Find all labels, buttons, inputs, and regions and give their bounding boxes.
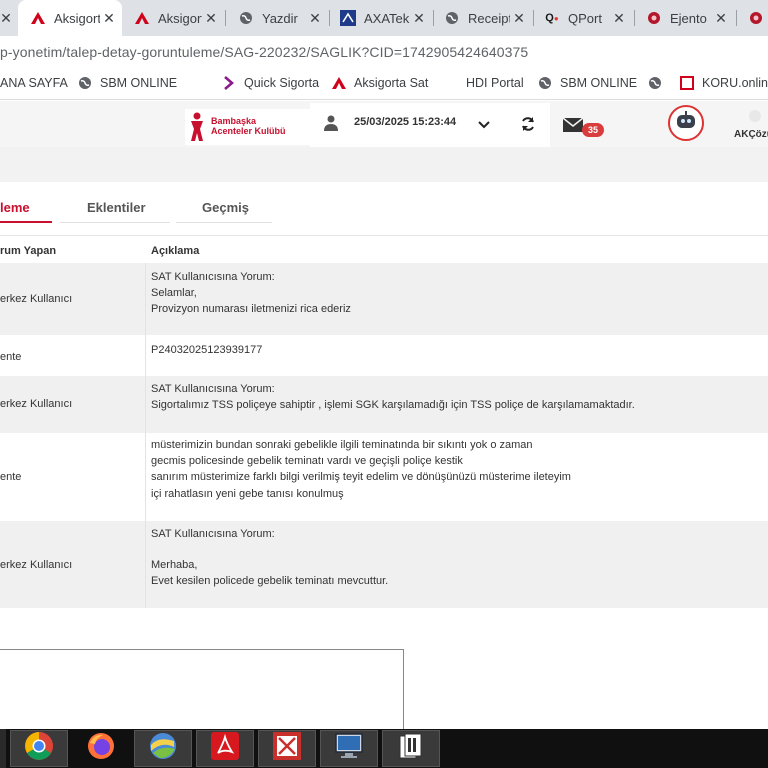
taskbar-image-editor[interactable] xyxy=(258,730,316,767)
browser-tab-aksigorta-active[interactable]: Aksigorta ✕ xyxy=(18,0,122,36)
row-description: SAT Kullanıcısına Yorum: Merhaba, Evet k… xyxy=(151,528,389,588)
quick-logo-icon xyxy=(222,76,236,90)
close-icon[interactable]: ✕ xyxy=(510,10,528,27)
browser-tab-receipt[interactable]: Receipt ✕ xyxy=(436,0,532,36)
qport-logo-icon: Q ● xyxy=(545,12,559,24)
tab-eklentiler[interactable]: Eklentiler xyxy=(87,200,146,215)
row-description: P24032025123939177 xyxy=(151,344,263,356)
file-manager-icon xyxy=(396,732,426,765)
row-author: ente xyxy=(0,471,22,483)
ejento-logo-icon xyxy=(646,10,662,26)
close-icon[interactable]: ✕ xyxy=(202,10,220,27)
url-text[interactable]: p-yonetim/talep-detay-goruntuleme/SAG-22… xyxy=(0,44,528,60)
close-icon[interactable]: ✕ xyxy=(410,10,428,27)
globe-icon xyxy=(648,76,662,90)
robot-icon xyxy=(675,110,697,136)
row-author: erkez Kullanıcı xyxy=(0,398,73,410)
session-datetime: 25/03/2025 15:23:44 xyxy=(354,116,457,128)
table-row: ente P24032025123939177 xyxy=(0,335,768,376)
bambaska-logo[interactable]: Bambaşka Acenteler Kulübü xyxy=(185,109,310,145)
image-editor-icon xyxy=(273,732,301,765)
avatar[interactable] xyxy=(668,105,704,141)
globe-icon xyxy=(444,10,460,26)
row-author: erkez Kullanıcı xyxy=(0,293,73,305)
chevron-down-icon[interactable] xyxy=(477,117,491,135)
browser-tabstrip: ✕ Aksigorta ✕ Aksigorta ✕ Yazdir ✕ AXATe… xyxy=(0,0,768,36)
table-row: erkez Kullanıcı SAT Kullanıcısına Yorum:… xyxy=(0,263,768,335)
close-icon[interactable]: ✕ xyxy=(712,10,730,27)
chrome-icon xyxy=(24,731,54,766)
mail-icon[interactable] xyxy=(562,117,584,137)
bookmark-sbm-online-2[interactable]: SBM ONLINE xyxy=(538,76,637,90)
username[interactable]: AKÇözü xyxy=(734,129,768,140)
bookmarks-bar: ANA SAYFA SBM ONLINE Quick Sigorta Aksig… xyxy=(0,68,768,100)
browser-tab-ejento-2[interactable] xyxy=(740,0,768,36)
taskbar xyxy=(0,729,768,768)
taskbar-google-earth[interactable] xyxy=(134,730,192,767)
browser-tab-ejento[interactable]: Ejento ✕ xyxy=(638,0,734,36)
globe-icon xyxy=(538,76,552,90)
firefox-icon xyxy=(86,731,116,766)
bookmark-globe[interactable] xyxy=(648,76,670,90)
table-row: erkez Kullanıcı SAT Kullanıcısına Yorum:… xyxy=(0,376,768,433)
row-description: SAT Kullanıcısına Yorum: Selamlar, Provi… xyxy=(151,271,351,316)
globe-icon xyxy=(78,76,92,90)
row-author: ente xyxy=(0,351,22,363)
axa-logo-icon xyxy=(340,10,356,26)
active-tab-underline xyxy=(0,221,52,223)
refresh-icon[interactable] xyxy=(520,116,536,137)
close-icon[interactable]: ✕ xyxy=(0,10,12,27)
logo-line2: Acenteler Kulübü xyxy=(211,126,286,136)
row-description: SAT Kullanıcısına Yorum: Sigortalımız TS… xyxy=(151,383,635,412)
close-icon[interactable]: ✕ xyxy=(306,10,324,27)
acrobat-icon xyxy=(211,732,239,765)
taskbar-chrome[interactable] xyxy=(10,730,68,767)
google-earth-icon xyxy=(148,731,178,766)
bookmark-hdi-portal[interactable]: HDI Portal xyxy=(466,76,524,90)
bookmark-sbm-online[interactable]: SBM ONLINE xyxy=(78,76,177,90)
globe-icon xyxy=(238,10,254,26)
monitor-icon xyxy=(334,732,364,765)
browser-tab-aksigorta-2[interactable]: Aksigorta ✕ xyxy=(124,0,224,36)
aksigorta-logo-icon xyxy=(332,76,346,90)
browser-tab-yazdir[interactable]: Yazdir ✕ xyxy=(228,0,328,36)
taskbar-file-manager[interactable] xyxy=(382,730,440,767)
taskbar-edge xyxy=(0,729,6,768)
taskbar-firefox[interactable] xyxy=(72,729,130,768)
tab-yorumlar[interactable]: leme xyxy=(0,200,30,215)
bookmark-quick-sigorta[interactable]: Quick Sigorta xyxy=(222,76,319,90)
row-author: erkez Kullanıcı xyxy=(0,559,73,571)
bookmark-ana-sayfa[interactable]: ANA SAYFA xyxy=(0,76,68,90)
bookmark-koru-online[interactable]: KORU.online xyxy=(680,76,768,90)
content-top-bar xyxy=(0,147,768,182)
address-bar[interactable]: p-yonetim/talep-detay-goruntuleme/SAG-22… xyxy=(0,36,768,68)
close-icon[interactable]: ✕ xyxy=(100,10,118,27)
status-dot-icon xyxy=(749,110,761,122)
taskbar-acrobat[interactable] xyxy=(196,730,254,767)
table-row: erkez Kullanıcı SAT Kullanıcısına Yorum:… xyxy=(0,521,768,608)
bookmark-aksigorta-sat[interactable]: Aksigorta Sat xyxy=(332,76,428,90)
row-description: müsterimizin bundan sonraki gebelikle il… xyxy=(151,439,571,500)
aksigorta-logo-icon xyxy=(134,10,150,26)
detail-tabs: leme Eklentiler Geçmiş xyxy=(0,182,768,236)
koru-logo-icon xyxy=(680,76,694,90)
taskbar-remote-desktop[interactable] xyxy=(320,730,378,767)
bambaska-figure-icon xyxy=(187,111,207,148)
aksigorta-logo-icon xyxy=(30,10,46,26)
comment-textarea[interactable] xyxy=(0,649,404,739)
column-header-description: Açıklama xyxy=(151,245,200,257)
table-header: rum Yapan Açıklama xyxy=(0,237,768,263)
browser-tab-qport[interactable]: Q ● QPort ✕ xyxy=(536,0,632,36)
message-count-badge: 35 xyxy=(582,123,604,137)
browser-tab-partial[interactable]: ✕ xyxy=(0,0,14,36)
close-icon[interactable]: ✕ xyxy=(610,10,628,27)
browser-tab-axatek[interactable]: AXATek ✕ xyxy=(332,0,432,36)
table-row: ente müsterimizin bundan sonraki gebelik… xyxy=(0,433,768,521)
tab-gecmis[interactable]: Geçmiş xyxy=(202,200,249,215)
ejento-logo-icon xyxy=(748,10,764,26)
user-icon xyxy=(324,115,338,136)
column-header-author: rum Yapan xyxy=(0,245,57,257)
